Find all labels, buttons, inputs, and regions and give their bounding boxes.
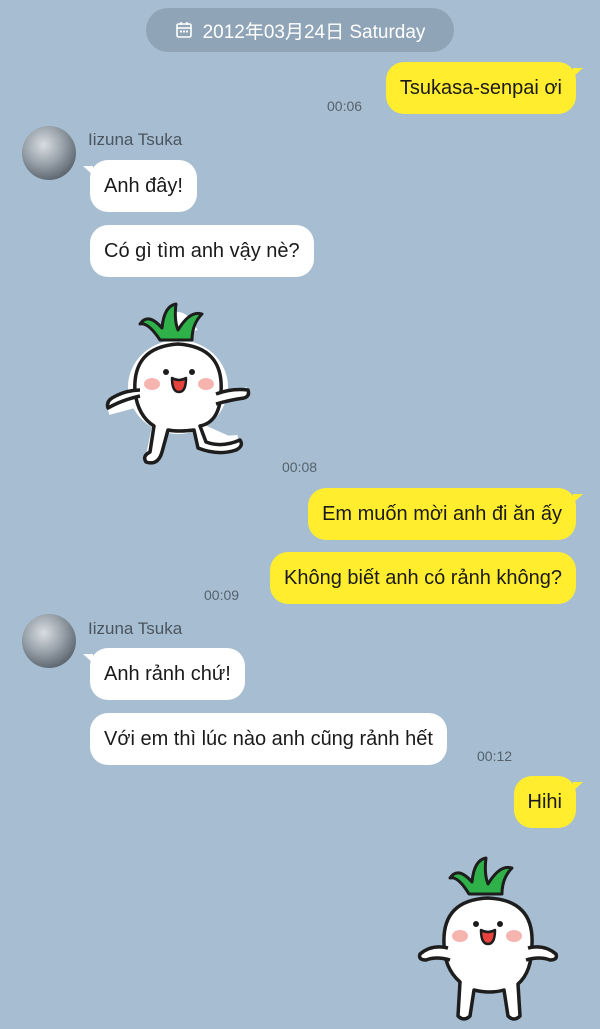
date-text: 2012年03月24日 Saturday [202, 21, 426, 43]
outgoing-message-bubble[interactable]: Không biết anh có rảnh không? [270, 552, 576, 604]
message-text: Anh rảnh chứ! [104, 662, 231, 685]
message-time: 00:09 [204, 587, 240, 603]
message-text: Có gì tìm anh vậy nè? [104, 239, 300, 262]
radish-sticker[interactable] [414, 844, 564, 1029]
message-text: Anh đây! [104, 174, 183, 197]
incoming-message-bubble[interactable]: Anh đây! [83, 160, 197, 212]
outgoing-message-bubble[interactable]: Em muốn mời anh đi ăn ấy [308, 488, 583, 540]
sender-name: Iizuna Tsuka [88, 130, 183, 149]
radish-sticker[interactable] [98, 292, 258, 477]
message-text: Không biết anh có rảnh không? [284, 566, 562, 589]
message-text: Hihi [527, 790, 562, 813]
incoming-message-bubble[interactable]: Có gì tìm anh vậy nè? [90, 225, 314, 277]
message-time: 00:08 [282, 459, 318, 475]
message-text: Với em thì lúc nào anh cũng rảnh hết [104, 727, 433, 750]
date-header: 2012年03月24日 Saturday [146, 8, 454, 52]
incoming-message-bubble[interactable]: Với em thì lúc nào anh cũng rảnh hết [90, 713, 447, 765]
message-text: Tsukasa-senpai ơi [399, 76, 562, 99]
message-time: 00:12 [477, 748, 513, 764]
outgoing-message-bubble[interactable]: Hihi [513, 776, 584, 828]
avatar[interactable] [22, 126, 76, 180]
message-time: 00:06 [327, 98, 363, 114]
incoming-message-bubble[interactable]: Anh rảnh chứ! [83, 648, 245, 700]
calendar-icon [175, 21, 193, 39]
sender-name: Iizuna Tsuka [88, 619, 183, 638]
message-text: Em muốn mời anh đi ăn ấy [322, 502, 562, 525]
outgoing-message-bubble[interactable]: Tsukasa-senpai ơi [385, 62, 584, 114]
avatar[interactable] [22, 614, 76, 668]
